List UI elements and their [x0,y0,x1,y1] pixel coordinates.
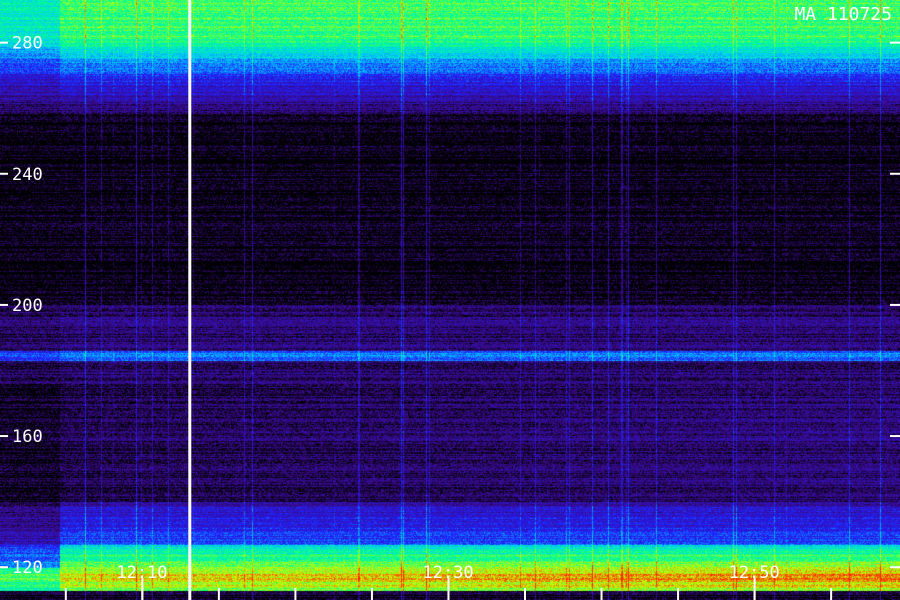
y-tick-label: 240 [12,165,43,185]
y-tick-label: 200 [12,296,43,316]
y-tick-label: 280 [12,34,43,54]
x-tick-label: 12:30 [422,563,473,583]
chart-stamp: MA 110725 [794,4,892,25]
y-tick-label: 120 [12,558,43,578]
x-tick-label: 12:10 [116,563,167,583]
x-tick-label: 12:50 [729,563,780,583]
chart-overlay: 280 240 200 160 120 12:10 12:30 12:50 [0,0,900,600]
y-tick-label: 160 [12,427,43,447]
